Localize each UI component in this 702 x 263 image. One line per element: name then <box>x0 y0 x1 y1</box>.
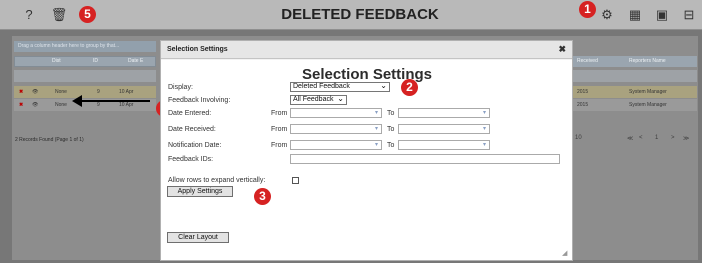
notification-to-input[interactable]: ▾ <box>398 140 490 150</box>
date-received-to-input[interactable]: ▾ <box>398 124 490 134</box>
badge-1: 1 <box>579 1 596 18</box>
from-label: From <box>271 126 288 133</box>
records-count: 2 Records Found (Page 1 of 1) <box>15 137 84 143</box>
next-page-button[interactable]: > <box>671 135 675 141</box>
received-cell: 2015 <box>577 89 589 95</box>
dist-cell: None <box>55 102 67 108</box>
to-label: To <box>387 142 395 149</box>
notification-date-label: Notification Date: <box>168 142 222 149</box>
view-icon[interactable]: 👁 <box>32 102 38 108</box>
id-cell: 9 <box>97 89 100 95</box>
dialog-title: Selection Settings <box>167 46 228 53</box>
from-label: From <box>271 142 288 149</box>
page-size-select[interactable]: 10 <box>575 135 582 141</box>
settings-icon[interactable]: ⚙ <box>598 6 616 24</box>
grid-filter-row[interactable] <box>14 70 156 82</box>
column-dist[interactable]: Dist <box>52 58 61 64</box>
expand-rows-label: Allow rows to expand vertically: <box>168 177 266 184</box>
dropdown-arrow-icon[interactable]: ▾ <box>480 109 489 117</box>
prev-page-button[interactable]: < <box>639 135 643 141</box>
dropdown-arrow-icon[interactable]: ▾ <box>480 125 489 133</box>
top-toolbar: ? 🗑 5 DELETED FEEDBACK 1 ⚙ ▦ ▣ ⊟ <box>0 0 702 30</box>
feedback-ids-label: Feedback IDs: <box>168 156 214 163</box>
table-row-right[interactable]: 2015 System Manager <box>573 86 697 98</box>
dialog-header: Selection Settings ✖ <box>161 41 572 59</box>
close-icon[interactable]: ✖ <box>558 44 566 55</box>
feedback-ids-input[interactable] <box>290 154 560 164</box>
display-select[interactable]: Deleted Feedback <box>290 82 390 92</box>
layout-icon[interactable]: ⊟ <box>680 6 698 24</box>
grid-header-row: Dist ID Date E <box>14 56 156 67</box>
reporter-cell: System Manager <box>629 89 667 95</box>
badge-3: 3 <box>254 188 271 205</box>
dropdown-arrow-icon[interactable]: ▾ <box>372 109 381 117</box>
badge-2: 2 <box>401 79 418 96</box>
reporter-cell: System Manager <box>629 102 667 108</box>
dropdown-arrow-icon[interactable]: ▾ <box>372 141 381 149</box>
from-label: From <box>271 110 288 117</box>
to-label: To <box>387 110 395 117</box>
first-page-button[interactable]: ≪ <box>627 135 633 142</box>
page-title: DELETED FEEDBACK <box>281 6 439 23</box>
notification-from-input[interactable]: ▾ <box>290 140 382 150</box>
trash-icon[interactable]: 🗑 <box>50 6 68 24</box>
column-date-entered[interactable]: Date E <box>128 58 143 64</box>
badge-5: 5 <box>79 6 96 23</box>
delete-icon[interactable]: ✖ <box>19 102 23 108</box>
column-id[interactable]: ID <box>93 58 98 64</box>
selection-settings-dialog: Selection Settings ✖ Selection Settings … <box>160 40 573 261</box>
resize-grip-icon[interactable]: ◢ <box>562 250 570 258</box>
columns-icon[interactable]: ▦ <box>626 6 644 24</box>
group-by-hint: Drag a column header here to group by th… <box>14 41 156 52</box>
dropdown-arrow-icon[interactable]: ▾ <box>480 141 489 149</box>
date-cell: 10 Apr <box>119 102 134 108</box>
help-icon[interactable]: ? <box>20 6 38 24</box>
display-label: Display: <box>168 84 193 91</box>
expand-rows-checkbox[interactable] <box>292 177 299 184</box>
column-reporters-name[interactable]: Reporters Name <box>629 58 666 64</box>
pager: 10 ≪ < 1 > ≫ <box>573 134 697 146</box>
to-label: To <box>387 126 395 133</box>
date-entered-from-input[interactable]: ▾ <box>290 108 382 118</box>
grid-header-right: Received Reporters Name <box>573 56 697 67</box>
received-cell: 2015 <box>577 102 589 108</box>
column-received[interactable]: Received <box>577 58 598 64</box>
last-page-button[interactable]: ≫ <box>683 135 689 142</box>
feedback-involving-label: Feedback Involving: <box>168 97 231 104</box>
date-received-from-input[interactable]: ▾ <box>290 124 382 134</box>
feedback-involving-select[interactable]: All Feedback <box>290 95 347 105</box>
date-received-label: Date Received: <box>168 126 216 133</box>
date-cell: 10 Apr <box>119 89 134 95</box>
id-cell: 9 <box>97 102 100 108</box>
export-icon[interactable]: ▣ <box>653 6 671 24</box>
date-entered-to-input[interactable]: ▾ <box>398 108 490 118</box>
dropdown-arrow-icon[interactable]: ▾ <box>372 125 381 133</box>
page-number-input[interactable]: 1 <box>655 135 658 141</box>
clear-layout-button[interactable]: Clear Layout <box>167 232 229 243</box>
annotation-arrow <box>72 95 150 107</box>
dialog-body: Selection Settings Display: Deleted Feed… <box>161 60 572 260</box>
table-row-right[interactable]: 2015 System Manager <box>573 99 697 111</box>
view-icon[interactable]: 👁 <box>32 89 38 95</box>
dist-cell: None <box>55 89 67 95</box>
date-entered-label: Date Entered: <box>168 110 212 117</box>
apply-settings-button[interactable]: Apply Settings <box>167 186 233 197</box>
delete-icon[interactable]: ✖ <box>19 89 23 95</box>
grid-filter-right[interactable] <box>573 70 697 82</box>
table-row[interactable]: ✖ 👁 None 9 10 Apr <box>14 86 156 98</box>
